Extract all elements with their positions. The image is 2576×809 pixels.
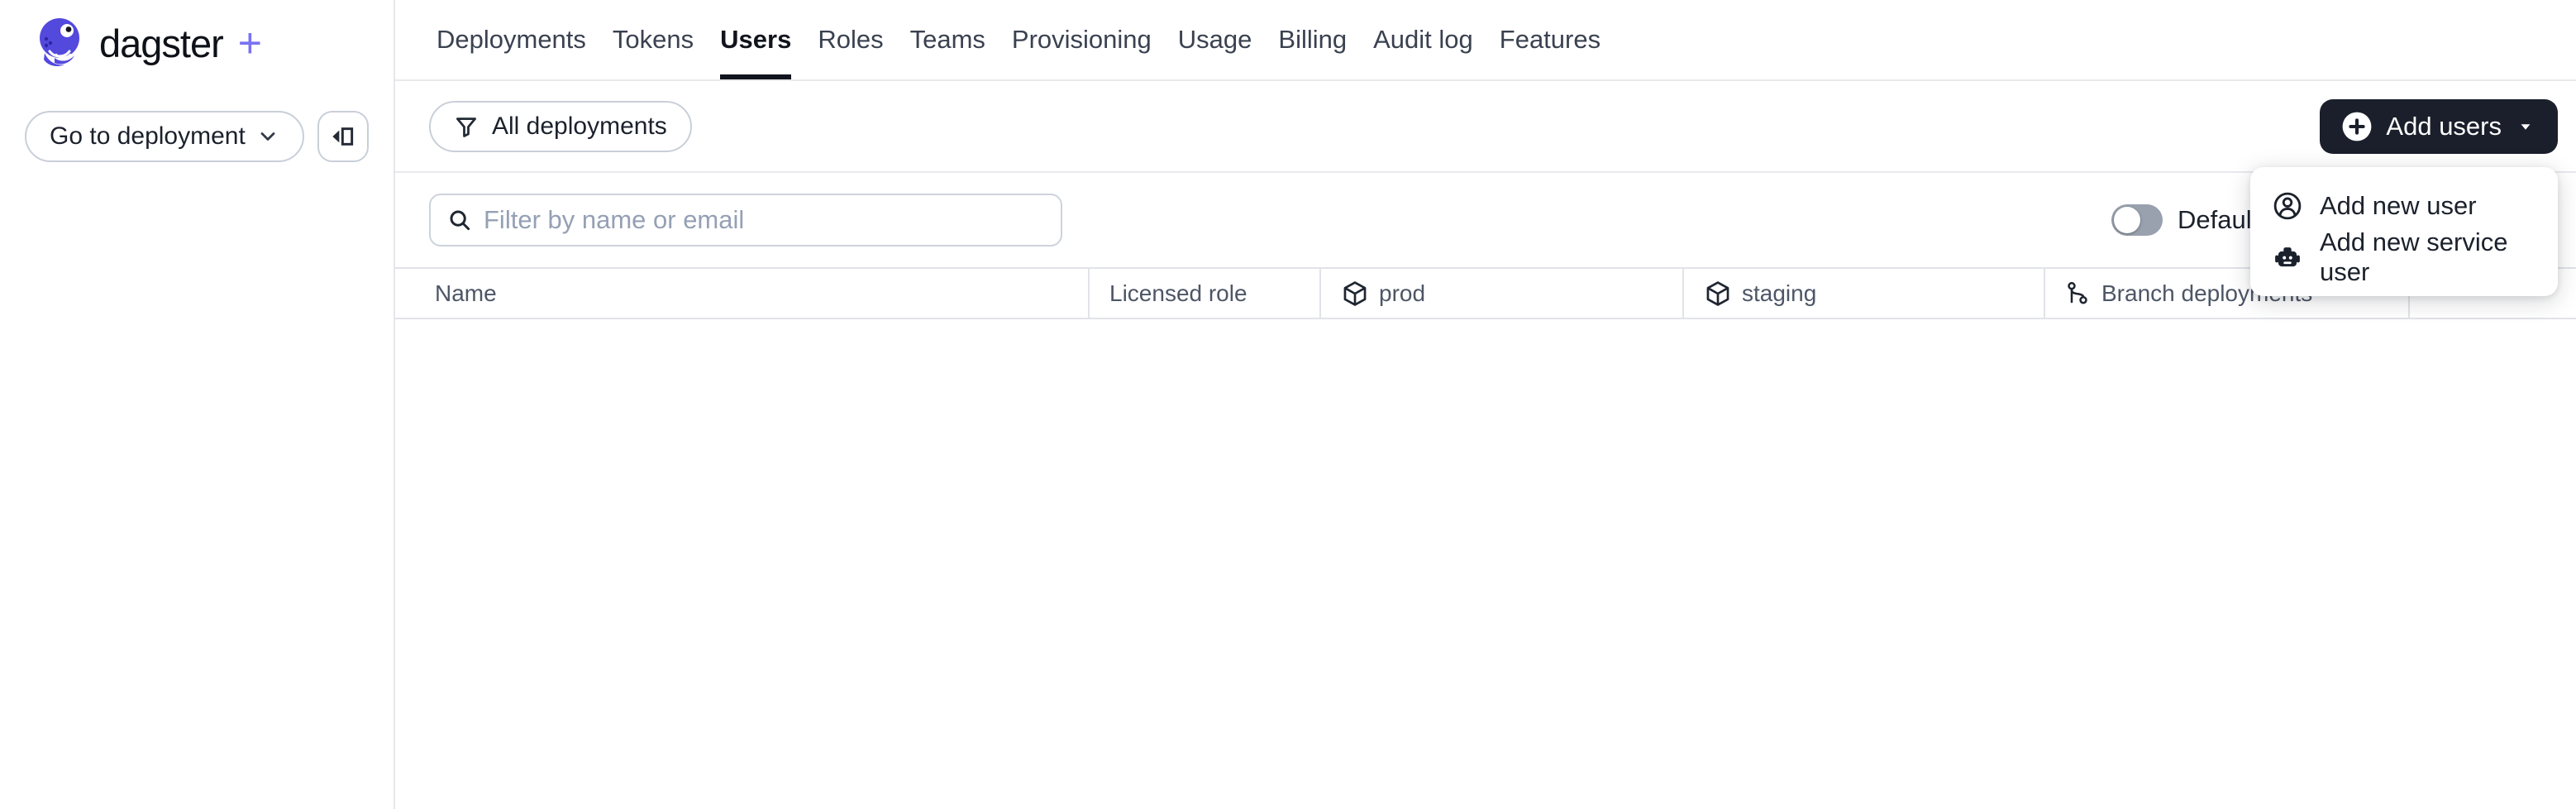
tab-teams[interactable]: Teams <box>910 0 985 79</box>
toggle-knob <box>2114 207 2140 233</box>
tab-deployments[interactable]: Deployments <box>436 0 586 79</box>
add-users-button[interactable]: Add users <box>2320 98 2558 154</box>
collapse-panel-icon <box>330 123 356 150</box>
left-sidebar: dagster + Go to deployment <box>0 0 395 809</box>
main-content: Deployments Tokens Users Roles Teams Pro… <box>395 0 2576 809</box>
menu-item-label: Add new service user <box>2320 227 2508 286</box>
add-users-dropdown-menu: Add new user Add new service user <box>2250 167 2558 296</box>
deployment-filter-button[interactable]: All deployments <box>429 100 692 152</box>
menu-item-add-new-service-user[interactable]: Add new service user <box>2250 227 2558 286</box>
users-table-header: Name Licensed role prod staging Branch d… <box>395 267 2576 319</box>
collapse-sidebar-button[interactable] <box>317 111 369 162</box>
plus-circle-icon <box>2341 111 2373 142</box>
tab-billing[interactable]: Billing <box>1278 0 1347 79</box>
dagster-plus-logo: dagster + <box>36 17 262 69</box>
go-to-deployment-button[interactable]: Go to deployment <box>25 111 304 162</box>
cube-icon <box>1341 280 1369 308</box>
column-header-name: Name <box>395 269 1090 318</box>
column-header-staging: staging <box>1684 269 2045 318</box>
caret-down-icon <box>2515 116 2536 137</box>
default-toggle-switch[interactable] <box>2111 204 2163 236</box>
add-users-label: Add users <box>2386 111 2502 141</box>
column-header-licensed-role: Licensed role <box>1090 269 1321 318</box>
search-input[interactable] <box>484 205 1044 235</box>
default-toggle-group: Default <box>2111 194 2259 247</box>
tab-roles[interactable]: Roles <box>818 0 883 79</box>
users-toolbar: All deployments Add users <box>395 81 2576 173</box>
dagster-octopus-icon <box>40 18 79 66</box>
branch-icon <box>2065 280 2092 307</box>
tab-audit-log[interactable]: Audit log <box>1373 0 1473 79</box>
tab-tokens[interactable]: Tokens <box>613 0 694 79</box>
search-icon <box>447 208 472 232</box>
org-settings-tabs: Deployments Tokens Users Roles Teams Pro… <box>395 0 2576 81</box>
menu-item-add-new-user[interactable]: Add new user <box>2250 180 2558 232</box>
tab-users[interactable]: Users <box>720 0 792 79</box>
user-filters-row: Default <box>395 173 2576 267</box>
column-header-prod: prod <box>1321 269 1684 318</box>
cube-icon <box>1704 280 1732 308</box>
tab-provisioning[interactable]: Provisioning <box>1012 0 1152 79</box>
robot-icon <box>2272 242 2303 273</box>
default-toggle-label: Default <box>2178 205 2259 234</box>
filter-funnel-icon <box>454 114 479 139</box>
user-search-box <box>429 194 1062 247</box>
go-to-deployment-label: Go to deployment <box>50 122 246 150</box>
deployment-filter-label: All deployments <box>492 112 667 140</box>
chevron-down-icon <box>256 125 279 148</box>
menu-item-label: Add new user <box>2320 191 2477 220</box>
tab-usage[interactable]: Usage <box>1178 0 1252 79</box>
tab-features[interactable]: Features <box>1500 0 1600 79</box>
logo-wordmark: dagster <box>99 21 224 65</box>
logo-plus-sign: + <box>237 20 262 66</box>
user-circle-icon <box>2272 190 2303 222</box>
